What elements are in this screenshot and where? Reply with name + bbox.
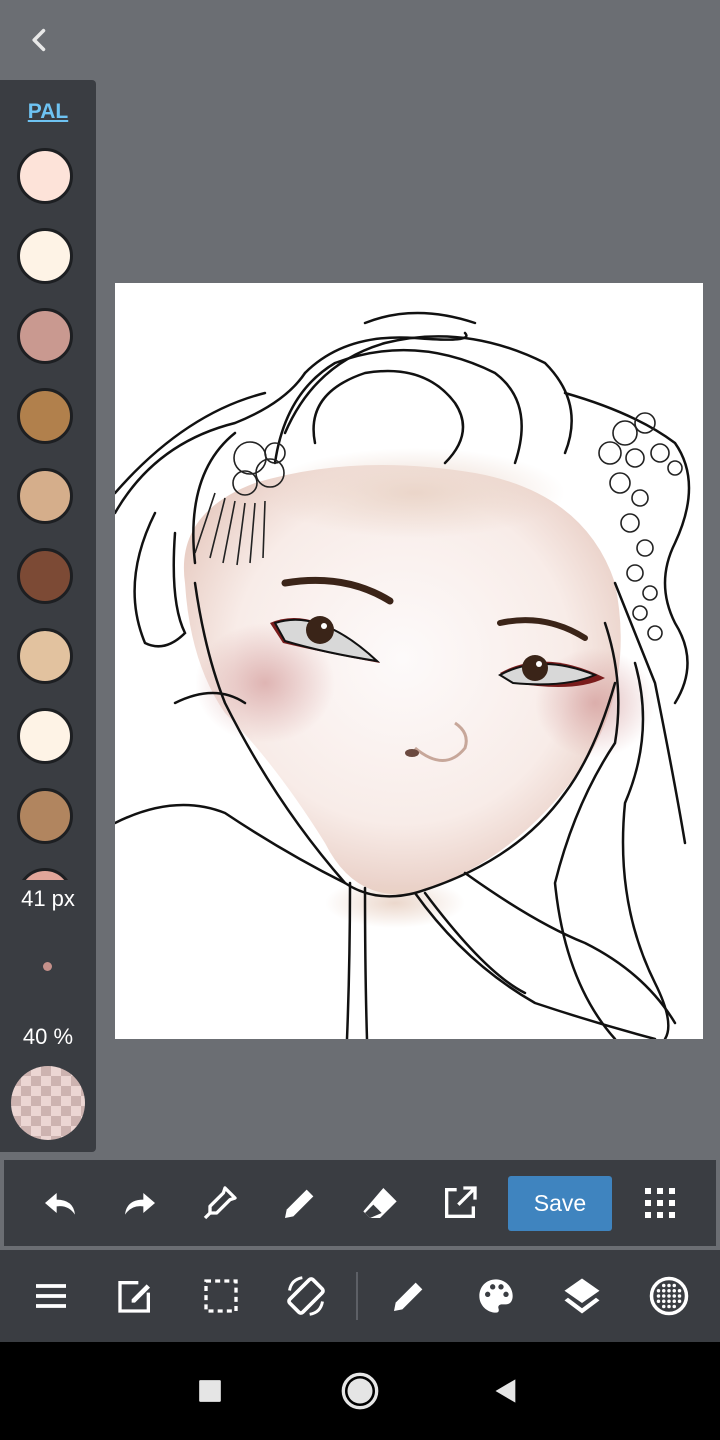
open-external-button[interactable]	[438, 1181, 482, 1225]
redo-button[interactable]	[118, 1181, 162, 1225]
bottom-toolbar	[0, 1250, 720, 1342]
color-swatch[interactable]	[17, 548, 73, 604]
selection-icon	[204, 1279, 238, 1313]
triangle-back-icon	[495, 1379, 516, 1403]
save-button[interactable]: Save	[508, 1176, 612, 1231]
toolbar-divider	[356, 1272, 358, 1320]
pencil-icon	[285, 1189, 314, 1218]
swatch-list[interactable]	[0, 140, 96, 880]
color-swatch[interactable]	[17, 468, 73, 524]
eraser-button[interactable]	[358, 1181, 402, 1225]
eyedropper-button[interactable]	[198, 1181, 242, 1225]
pen-icon	[394, 1282, 423, 1311]
edit-button[interactable]	[113, 1274, 157, 1318]
eraser-icon	[363, 1188, 397, 1218]
color-swatch[interactable]	[17, 788, 73, 844]
color-swatch[interactable]	[17, 308, 73, 364]
menu-icon	[36, 1284, 66, 1308]
dotted-circle-button[interactable]	[647, 1274, 691, 1318]
undo-button[interactable]	[38, 1181, 82, 1225]
brush-size-preview	[43, 962, 52, 971]
system-navigation-bar	[0, 1342, 720, 1440]
home-icon	[341, 1372, 379, 1410]
color-swatch[interactable]	[17, 228, 73, 284]
layers-button[interactable]	[560, 1274, 604, 1318]
system-back-button[interactable]	[486, 1371, 526, 1411]
eyedropper-icon	[203, 1186, 237, 1220]
color-swatch[interactable]	[17, 708, 73, 764]
palette-toggle[interactable]: PAL	[0, 100, 96, 124]
recents-icon	[199, 1380, 221, 1402]
brush-size-value[interactable]: 41 px	[0, 886, 96, 912]
opacity-preview[interactable]	[11, 1066, 85, 1140]
color-swatch[interactable]	[17, 628, 73, 684]
back-button[interactable]	[18, 18, 62, 62]
menu-button[interactable]	[29, 1274, 73, 1318]
redo-icon	[125, 1193, 155, 1215]
grid-icon	[645, 1188, 675, 1218]
main-toolbar: Save	[4, 1160, 716, 1246]
recents-button[interactable]	[190, 1371, 230, 1411]
artwork	[115, 311, 691, 1039]
color-swatch[interactable]	[17, 388, 73, 444]
color-swatch[interactable]	[17, 868, 73, 880]
undo-icon	[45, 1193, 75, 1215]
dotted-circle-icon	[649, 1276, 689, 1316]
chevron-left-icon	[32, 28, 46, 52]
drawing-canvas[interactable]	[115, 283, 703, 1039]
grid-button[interactable]	[638, 1181, 682, 1225]
rotate-screen-icon	[287, 1276, 325, 1316]
palette-panel: PAL 41 px 40 %	[0, 80, 96, 1152]
opacity-value[interactable]: 40 %	[0, 1024, 96, 1050]
rotate-screen-button[interactable]	[284, 1274, 328, 1318]
layers-icon	[564, 1278, 600, 1314]
palette-button[interactable]	[474, 1274, 518, 1318]
pen-tool-button[interactable]	[387, 1274, 431, 1318]
selection-button[interactable]	[199, 1274, 243, 1318]
palette-icon	[479, 1279, 513, 1313]
pencil-button[interactable]	[278, 1181, 322, 1225]
color-swatch[interactable]	[17, 148, 73, 204]
home-button[interactable]	[340, 1371, 380, 1411]
edit-icon	[118, 1281, 150, 1313]
open-external-icon	[445, 1186, 477, 1218]
